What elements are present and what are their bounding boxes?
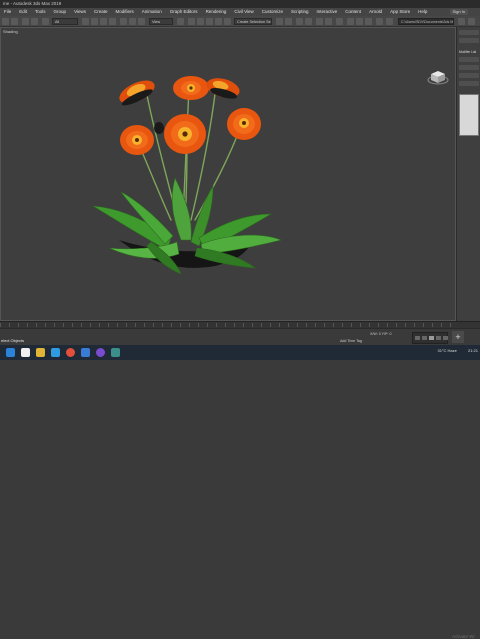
edge-icon[interactable] xyxy=(51,348,60,357)
menu-civil-view[interactable]: Civil View xyxy=(230,8,257,16)
modify-tab[interactable] xyxy=(459,38,479,43)
playback-controls xyxy=(412,332,448,344)
menu-arnold[interactable]: Arnold xyxy=(365,8,386,16)
command-panel: Modifier List xyxy=(456,27,480,321)
rendered-frame-window-icon[interactable] xyxy=(356,18,363,25)
flower-plant-model[interactable] xyxy=(1,28,457,322)
windows-taskbar: 31°C Haze 21:21 xyxy=(0,345,480,360)
teapot-icon[interactable] xyxy=(376,18,383,25)
add-viewport-icon[interactable]: + xyxy=(452,331,464,343)
app-icon-2[interactable] xyxy=(96,348,105,357)
window-title: me - Autodesk 3ds Max 2019 xyxy=(3,1,62,6)
workspace-menu-icon[interactable] xyxy=(468,18,475,25)
menu-app-store[interactable]: App Store xyxy=(386,8,414,16)
file-explorer-icon[interactable] xyxy=(36,348,45,357)
previous-frame-icon[interactable] xyxy=(422,336,427,340)
time-slider[interactable]: Activate Wi xyxy=(0,321,480,639)
named-selection-sets-dropdown[interactable]: Create Selection Se xyxy=(234,18,272,25)
angle-snap-icon[interactable] xyxy=(197,18,204,25)
menu-modifiers[interactable]: Modifiers xyxy=(112,8,138,16)
menu-content[interactable]: Content xyxy=(341,8,365,16)
activate-windows-watermark: Activate Wi xyxy=(452,634,475,639)
menu-edit[interactable]: Edit xyxy=(15,8,31,16)
project-folder-icon[interactable] xyxy=(386,18,393,25)
panel-button-1[interactable] xyxy=(459,65,479,70)
scale-icon[interactable] xyxy=(138,18,145,25)
perspective-viewport[interactable]: Shading xyxy=(0,27,456,321)
layer-explorer-icon[interactable] xyxy=(305,18,312,25)
menu-animation[interactable]: Animation xyxy=(138,8,166,16)
menu-help[interactable]: Help xyxy=(414,8,431,16)
project-path-field[interactable]: C:\Users\SDV\Documents\3ds Max 2019 xyxy=(398,18,454,25)
sign-in-button[interactable]: Sign In xyxy=(449,9,468,15)
system-tray: 31°C Haze 21:21 xyxy=(437,348,478,353)
panel-button-3[interactable] xyxy=(459,81,479,86)
schematic-view-icon[interactable] xyxy=(325,18,332,25)
scene-explorer-icon[interactable] xyxy=(296,18,303,25)
menu-file[interactable]: File xyxy=(0,8,15,16)
modifier-stack-list[interactable] xyxy=(459,94,479,136)
selection-filter-dropdown[interactable]: All xyxy=(52,18,78,25)
unlink-icon[interactable] xyxy=(31,18,38,25)
pivot-center-icon[interactable] xyxy=(177,18,184,25)
move-icon[interactable] xyxy=(120,18,127,25)
undo-icon[interactable] xyxy=(2,18,9,25)
redo-icon[interactable] xyxy=(11,18,18,25)
window-titlebar: me - Autodesk 3ds Max 2019 xyxy=(0,0,480,8)
menu-customize[interactable]: Customize xyxy=(258,8,287,16)
material-editor-icon[interactable] xyxy=(336,18,343,25)
named-selection-icon[interactable] xyxy=(224,18,231,25)
menu-views[interactable]: Views xyxy=(70,8,90,16)
select-by-name-icon[interactable] xyxy=(91,18,98,25)
percent-snap-icon[interactable] xyxy=(206,18,213,25)
menu-bar: File Edit Tools Group Views Create Modif… xyxy=(0,8,480,16)
rectangular-selection-icon[interactable] xyxy=(100,18,107,25)
bind-space-warp-icon[interactable] xyxy=(42,18,49,25)
reference-coordinate-dropdown[interactable]: View xyxy=(149,18,173,25)
start-icon[interactable] xyxy=(6,348,15,357)
main-toolbar: All View Create Selection Se C:\Users\SD… xyxy=(0,16,480,27)
menu-create[interactable]: Create xyxy=(90,8,112,16)
select-object-icon[interactable] xyxy=(82,18,89,25)
menu-rendering[interactable]: Rendering xyxy=(202,8,231,16)
prompt-line: elect Objects xyxy=(1,338,25,343)
render-setup-icon[interactable] xyxy=(347,18,354,25)
add-time-tag-button[interactable]: Add Time Tag xyxy=(340,339,362,343)
chrome-icon[interactable] xyxy=(66,348,75,357)
rotate-icon[interactable] xyxy=(129,18,136,25)
mirror-icon[interactable] xyxy=(276,18,283,25)
render-production-icon[interactable] xyxy=(365,18,372,25)
modifier-list-dropdown[interactable]: Modifier List xyxy=(459,50,479,54)
weather-status[interactable]: 31°C Haze xyxy=(437,348,456,353)
status-bar: elect Objects X/W: 0 Y/P: 0 Add Time Tag… xyxy=(0,328,480,345)
next-frame-icon[interactable] xyxy=(436,336,441,340)
menu-tools[interactable]: Tools xyxy=(31,8,50,16)
go-to-end-icon[interactable] xyxy=(443,336,448,340)
link-icon[interactable] xyxy=(22,18,29,25)
curve-editor-icon[interactable] xyxy=(316,18,323,25)
create-tab[interactable] xyxy=(459,30,479,35)
app-icon[interactable] xyxy=(81,348,90,357)
menu-scripting[interactable]: Scripting xyxy=(287,8,313,16)
track-bar-ruler[interactable] xyxy=(0,323,456,327)
window-crossing-icon[interactable] xyxy=(109,18,116,25)
menu-group[interactable]: Group xyxy=(50,8,71,16)
menu-interactive[interactable]: Interactive xyxy=(313,8,342,16)
panel-button-2[interactable] xyxy=(459,73,479,78)
workspace-icon[interactable] xyxy=(458,18,465,25)
spinner-snap-icon[interactable] xyxy=(215,18,222,25)
coordinate-display[interactable]: X/W: 0 Y/P: 0 xyxy=(370,332,391,336)
menu-graph-editors[interactable]: Graph Editors xyxy=(166,8,202,16)
clock[interactable]: 21:21 xyxy=(468,348,478,353)
play-icon[interactable] xyxy=(429,336,434,340)
3ds-max-icon[interactable] xyxy=(111,348,120,357)
go-to-start-icon[interactable] xyxy=(415,336,420,340)
flower-heads xyxy=(119,76,261,155)
object-name-field[interactable] xyxy=(459,57,479,62)
search-icon[interactable] xyxy=(21,348,30,357)
snap-toggle-icon[interactable] xyxy=(188,18,195,25)
align-icon[interactable] xyxy=(285,18,292,25)
